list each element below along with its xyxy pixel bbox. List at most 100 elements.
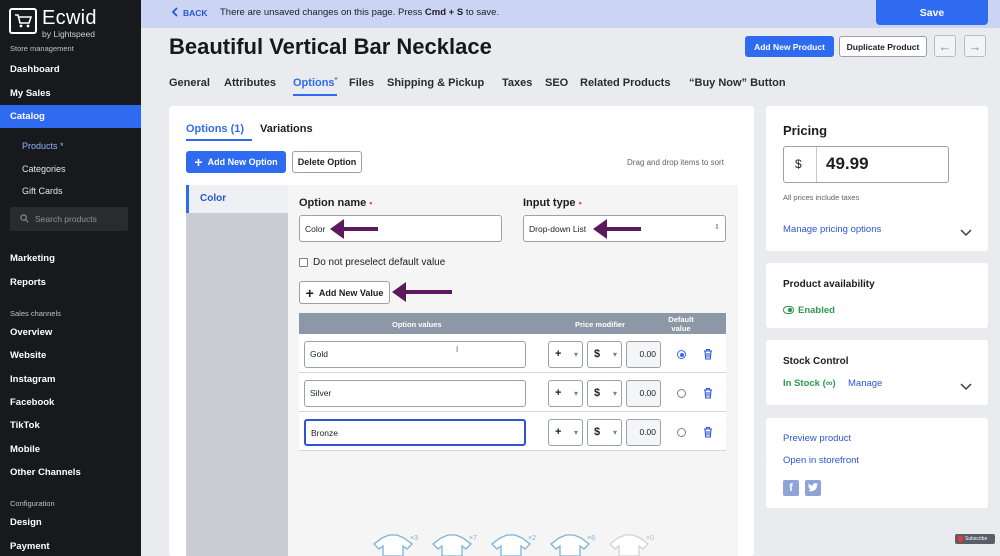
tab-shipping-pickup[interactable]: Shipping & Pickup	[387, 77, 484, 89]
required-marker: •	[578, 198, 582, 208]
option-values-table: Option values Price modifier Default val…	[299, 313, 726, 453]
do-not-preselect-label: Do not preselect default value	[313, 257, 446, 268]
sidebar-item-instagram[interactable]: Instagram	[0, 368, 141, 391]
price-modifier-input[interactable]: 0.00	[626, 341, 661, 368]
option-list-item-color[interactable]: Color	[186, 185, 288, 213]
tab-buy-now-button[interactable]: “Buy Now” Button	[689, 77, 786, 89]
sidebar-item-tiktok[interactable]: TikTok	[0, 414, 141, 437]
shirt-count: ×7	[469, 535, 477, 542]
subscribe-badge[interactable]: Subscribe	[955, 534, 995, 544]
shirt-count: ×6	[587, 535, 595, 542]
trash-icon[interactable]	[703, 347, 713, 360]
section-sales-channels: Sales channels	[10, 309, 61, 318]
add-new-option-button[interactable]: + Add New Option	[186, 151, 286, 173]
duplicate-product-button[interactable]: Duplicate Product	[839, 36, 927, 57]
preview-product-link[interactable]: Preview product	[783, 433, 851, 444]
subtab-variations[interactable]: Variations	[260, 123, 313, 135]
option-value-input[interactable]: Silver	[304, 380, 526, 407]
sidebar-search-input[interactable]: Search products	[10, 207, 128, 231]
price-modifier-input[interactable]: 0.00	[626, 419, 661, 446]
subtab-options[interactable]: Options (1)	[186, 123, 244, 135]
page-title: Beautiful Vertical Bar Necklace	[169, 34, 492, 59]
open-in-storefront-link[interactable]: Open in storefront	[783, 455, 859, 466]
plus-icon: +	[305, 284, 314, 301]
currency-value: $	[594, 426, 601, 438]
price-divider	[816, 147, 817, 182]
manage-stock-link[interactable]: Manage	[848, 378, 882, 389]
availability-toggle[interactable]: Enabled	[783, 301, 835, 319]
sidebar-item-my-sales[interactable]: My Sales	[0, 82, 141, 105]
unsaved-message: There are unsaved changes on this page. …	[220, 7, 499, 18]
chevron-down-icon: ▾	[612, 428, 617, 437]
table-header: Option values Price modifier Default val…	[299, 313, 726, 334]
sign-select[interactable]: + ▾	[548, 380, 583, 407]
trash-icon[interactable]	[703, 386, 713, 399]
tab-files[interactable]: Files	[349, 77, 374, 89]
chevron-left-icon	[171, 7, 178, 19]
add-new-product-button[interactable]: Add New Product	[745, 36, 834, 57]
sidebar: Ecwid by Lightspeed Store management Das…	[0, 0, 141, 556]
sidebar-item-overview[interactable]: Overview	[0, 321, 141, 344]
table-row: Silver + ▾ $ ▾ 0.00	[299, 373, 726, 412]
plus-icon: +	[194, 154, 203, 170]
sidebar-item-catalog[interactable]: Catalog	[0, 105, 141, 128]
arrow-left-icon: ←	[938, 38, 952, 54]
currency-select[interactable]: $ ▾	[587, 419, 622, 446]
unsaved-keys: Cmd + S	[424, 7, 464, 18]
tab-options[interactable]: Options*	[293, 77, 338, 96]
add-new-option-label: Add New Option	[207, 157, 278, 167]
delete-option-button[interactable]: Delete Option	[292, 151, 362, 173]
sidebar-sub-categories[interactable]: Categories	[22, 164, 66, 174]
sidebar-item-mobile[interactable]: Mobile	[0, 438, 141, 461]
availability-status: Enabled	[798, 304, 835, 316]
facebook-icon[interactable]: f	[783, 480, 799, 496]
manage-pricing-link[interactable]: Manage pricing options	[783, 224, 881, 235]
tab-attributes[interactable]: Attributes	[224, 77, 276, 89]
twitter-icon[interactable]	[805, 480, 821, 496]
default-value-radio[interactable]	[677, 350, 686, 359]
sidebar-sub-products[interactable]: Products *	[22, 141, 64, 151]
chevron-down-icon: ▾	[612, 350, 617, 359]
input-type-value: Drop-down List	[529, 223, 587, 234]
sidebar-item-payment[interactable]: Payment	[0, 535, 141, 556]
ecwid-logo[interactable]: Ecwid by Lightspeed	[9, 6, 141, 39]
option-list: Color	[186, 185, 288, 556]
default-value-radio[interactable]	[677, 428, 686, 437]
save-button[interactable]: Save	[876, 0, 988, 25]
add-new-value-button[interactable]: + Add New Value	[299, 281, 390, 304]
tab-general[interactable]: General	[169, 77, 210, 89]
back-button[interactable]: BACK	[171, 7, 208, 19]
table-row: Gold I + ▾ $ ▾ 0.00	[299, 334, 726, 373]
do-not-preselect-checkbox[interactable]	[299, 258, 308, 267]
sidebar-item-design[interactable]: Design	[0, 511, 141, 534]
option-value-input[interactable]: Gold	[304, 341, 526, 368]
logo-subtitle: by Lightspeed	[42, 29, 95, 39]
tab-related-products[interactable]: Related Products	[580, 77, 670, 89]
sidebar-item-reports[interactable]: Reports	[0, 271, 141, 294]
sidebar-item-facebook[interactable]: Facebook	[0, 391, 141, 414]
currency-symbol: $	[795, 157, 802, 171]
option-value-input[interactable]: Bronze	[304, 419, 526, 446]
trash-icon[interactable]	[703, 425, 713, 438]
sidebar-sub-gift-cards[interactable]: Gift Cards	[22, 186, 63, 196]
price-input[interactable]: $ 49.99	[783, 146, 949, 183]
chevron-down-icon[interactable]	[960, 224, 972, 237]
sidebar-item-website[interactable]: Website	[0, 344, 141, 367]
chevron-down-icon[interactable]	[960, 378, 972, 391]
sign-value: +	[555, 348, 562, 360]
drag-hint: Drag and drop items to sort	[627, 158, 724, 167]
currency-select[interactable]: $ ▾	[587, 380, 622, 407]
sidebar-item-dashboard[interactable]: Dashboard	[0, 58, 141, 81]
tab-taxes[interactable]: Taxes	[502, 77, 532, 89]
next-product-button[interactable]: →	[964, 35, 986, 57]
default-value-radio[interactable]	[677, 389, 686, 398]
sign-select[interactable]: + ▾	[548, 341, 583, 368]
currency-select[interactable]: $ ▾	[587, 341, 622, 368]
sidebar-item-other-channels[interactable]: Other Channels	[0, 461, 141, 484]
sign-select[interactable]: + ▾	[548, 419, 583, 446]
tab-seo[interactable]: SEO	[545, 77, 568, 89]
previous-product-button[interactable]: ←	[934, 35, 956, 57]
sidebar-item-marketing[interactable]: Marketing	[0, 247, 141, 270]
shirt-count: ×3	[410, 535, 418, 542]
price-modifier-input[interactable]: 0.00	[626, 380, 661, 407]
